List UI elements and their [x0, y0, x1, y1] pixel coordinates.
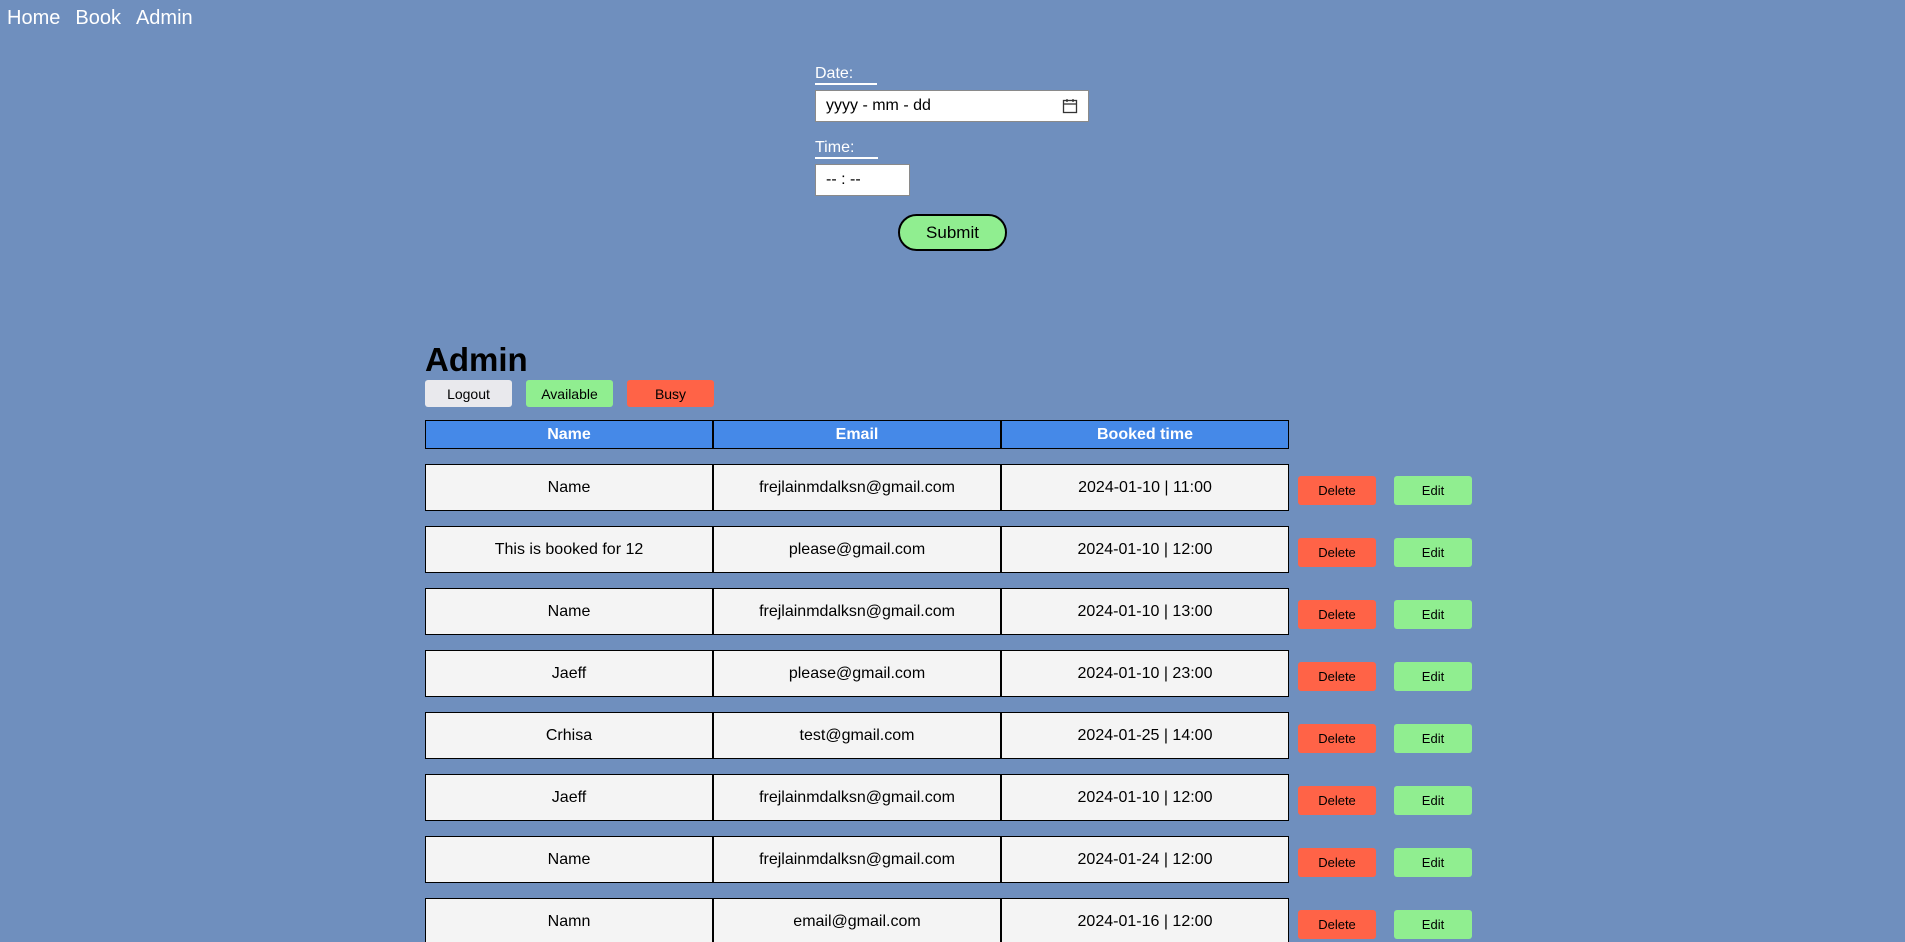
delete-button[interactable]: Delete	[1298, 724, 1376, 753]
booking-email-cell: frejlainmdalksn@gmail.com	[713, 836, 1001, 883]
column-header-name: Name	[425, 420, 713, 449]
edit-button[interactable]: Edit	[1394, 786, 1472, 815]
table-row: Name frejlainmdalksn@gmail.com 2024-01-10 …	[425, 464, 1472, 511]
booking-name-cell: Namn	[425, 898, 713, 942]
booking-time-cell: 2024-01-16 | 12:00	[1001, 898, 1289, 942]
edit-button[interactable]: Edit	[1394, 600, 1472, 629]
time-placeholder: -- : --	[826, 171, 861, 188]
booking-time-cell: 2024-01-10 | 13:00	[1001, 588, 1289, 635]
date-input[interactable]: yyyy - mm - dd	[815, 90, 1089, 122]
calendar-icon[interactable]	[1062, 98, 1078, 114]
nav-admin-link[interactable]: Admin	[136, 6, 193, 30]
booking-email-cell: please@gmail.com	[713, 650, 1001, 697]
admin-section: Admin Logout Available Busy Name Email B…	[425, 340, 1505, 942]
table-row: Namn email@gmail.com 2024-01-16 | 12:00 Del…	[425, 898, 1472, 942]
edit-button[interactable]: Edit	[1394, 724, 1472, 753]
booking-time-cell: 2024-01-24 | 12:00	[1001, 836, 1289, 883]
booking-name-cell: Name	[425, 588, 713, 635]
logout-button[interactable]: Logout	[425, 380, 512, 407]
booking-name-cell: This is booked for 12	[425, 526, 713, 573]
delete-button[interactable]: Delete	[1298, 600, 1376, 629]
submit-button[interactable]: Submit	[898, 214, 1007, 251]
booking-name-cell: Name	[425, 464, 713, 511]
date-placeholder: yyyy - mm - dd	[826, 97, 931, 114]
nav-home-link[interactable]: Home	[7, 6, 60, 30]
delete-button[interactable]: Delete	[1298, 848, 1376, 877]
booking-form: Date: yyyy - mm - dd Time: -- : -- Submi…	[815, 64, 1145, 251]
busy-button[interactable]: Busy	[627, 380, 714, 407]
booking-name-cell: Jaeff	[425, 774, 713, 821]
booking-time-cell: 2024-01-10 | 11:00	[1001, 464, 1289, 511]
booking-time-cell: 2024-01-25 | 14:00	[1001, 712, 1289, 759]
delete-button[interactable]: Delete	[1298, 476, 1376, 505]
column-header-email: Email	[713, 420, 1001, 449]
edit-button[interactable]: Edit	[1394, 662, 1472, 691]
bookings-table-header: Name Email Booked time	[425, 420, 1289, 449]
top-nav: Home Book Admin	[7, 6, 193, 30]
delete-button[interactable]: Delete	[1298, 786, 1376, 815]
booking-name-cell: Name	[425, 836, 713, 883]
edit-button[interactable]: Edit	[1394, 910, 1472, 939]
table-row: This is booked for 12 please@gmail.com 202…	[425, 526, 1472, 573]
page: Home Book Admin Date: yyyy - mm - dd Tim…	[0, 0, 1905, 942]
table-row: Name frejlainmdalksn@gmail.com 2024-01-10 …	[425, 588, 1472, 635]
admin-title: Admin	[425, 341, 528, 378]
booking-email-cell: frejlainmdalksn@gmail.com	[713, 588, 1001, 635]
delete-button[interactable]: Delete	[1298, 662, 1376, 691]
date-label: Date:	[815, 64, 878, 85]
booking-email-cell: frejlainmdalksn@gmail.com	[713, 464, 1001, 511]
booking-time-cell: 2024-01-10 | 12:00	[1001, 774, 1289, 821]
edit-button[interactable]: Edit	[1394, 848, 1472, 877]
booking-time-cell: 2024-01-10 | 23:00	[1001, 650, 1289, 697]
time-input[interactable]: -- : --	[815, 164, 910, 196]
delete-button[interactable]: Delete	[1298, 538, 1376, 567]
booking-email-cell: frejlainmdalksn@gmail.com	[713, 774, 1001, 821]
booking-email-cell: email@gmail.com	[713, 898, 1001, 942]
admin-status-buttons: Logout Available Busy	[425, 380, 1505, 407]
table-row: Name frejlainmdalksn@gmail.com 2024-01-24 …	[425, 836, 1472, 883]
booking-name-cell: Jaeff	[425, 650, 713, 697]
booking-email-cell: please@gmail.com	[713, 526, 1001, 573]
time-label: Time:	[815, 138, 879, 159]
table-row: Jaeff frejlainmdalksn@gmail.com 2024-01-10…	[425, 774, 1472, 821]
booking-name-cell: Crhisa	[425, 712, 713, 759]
edit-button[interactable]: Edit	[1394, 476, 1472, 505]
table-row: Jaeff please@gmail.com 2024-01-10 | 23:00 D…	[425, 650, 1472, 697]
table-row: Crhisa test@gmail.com 2024-01-25 | 14:00 De…	[425, 712, 1472, 759]
delete-button[interactable]: Delete	[1298, 910, 1376, 939]
bookings-table-body: Name frejlainmdalksn@gmail.com 2024-01-10 …	[425, 464, 1472, 942]
edit-button[interactable]: Edit	[1394, 538, 1472, 567]
booking-time-cell: 2024-01-10 | 12:00	[1001, 526, 1289, 573]
column-header-booked-time: Booked time	[1001, 420, 1289, 449]
booking-email-cell: test@gmail.com	[713, 712, 1001, 759]
nav-book-link[interactable]: Book	[75, 6, 121, 30]
available-button[interactable]: Available	[526, 380, 613, 407]
